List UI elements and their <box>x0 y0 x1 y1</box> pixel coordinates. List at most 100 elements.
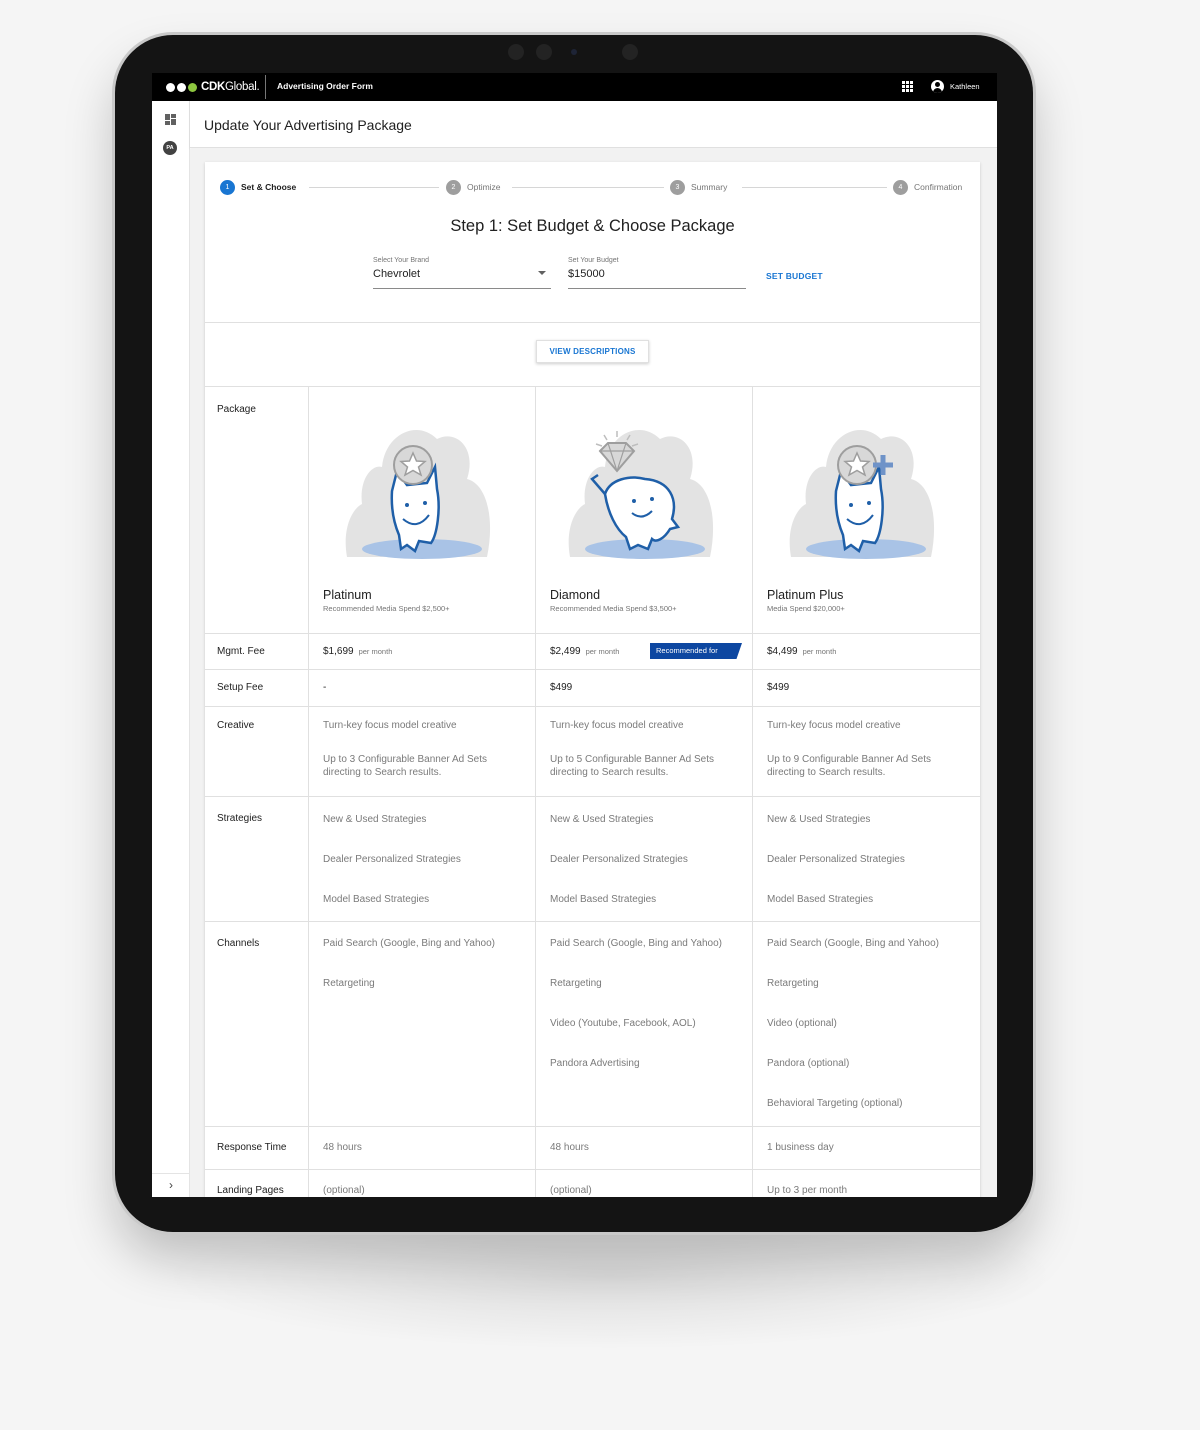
creative-item: Turn-key focus model creative <box>767 720 901 731</box>
setup-fee-value: $499 <box>550 682 573 693</box>
order-form-card: 1 Set & Choose 2 Optimize 3 Summary 4 Co… <box>205 162 980 1197</box>
step-connector <box>309 187 439 188</box>
channel-item: Video (Youtube, Facebook, AOL) <box>550 1018 696 1029</box>
strategy-item: New & Used Strategies <box>323 814 427 825</box>
creative-item: directing to Search results. <box>550 767 669 778</box>
channel-item: Video (optional) <box>767 1018 837 1029</box>
step-summary[interactable]: 3 Summary <box>670 179 727 195</box>
step-connector <box>742 187 887 188</box>
channel-item: Pandora Advertising <box>550 1058 640 1069</box>
response-time-value: 48 hours <box>550 1142 589 1153</box>
sensor-icon <box>622 44 638 60</box>
package-name: Platinum <box>323 588 372 602</box>
channel-item: Behavioral Targeting (optional) <box>767 1098 903 1109</box>
table-row: Setup Fee - $499 $499 <box>205 670 980 707</box>
channel-item: Paid Search (Google, Bing and Yahoo) <box>550 938 722 949</box>
landing-pages-value: Up to 3 per month <box>767 1185 848 1196</box>
budget-input[interactable]: Set Your Budget $15000 <box>568 257 746 289</box>
creative-item: directing to Search results. <box>767 767 886 778</box>
table-row: Strategies New & Used Strategies Dealer … <box>205 797 980 922</box>
package-subtitle: Recommended Media Spend $2,500+ <box>323 604 450 613</box>
indicator-icon <box>571 49 577 55</box>
channel-item: Retargeting <box>323 978 375 989</box>
main-content: 1 Set & Choose 2 Optimize 3 Summary 4 Co… <box>190 149 997 1197</box>
step-optimize[interactable]: 2 Optimize <box>446 179 501 195</box>
row-label: Mgmt. Fee <box>217 646 265 657</box>
landing-pages-value: (optional) <box>550 1185 592 1196</box>
platinum-plus-mascot-icon <box>789 429 935 559</box>
mgmt-fee-value: $1,699 per month <box>323 646 393 657</box>
creative-item: Up to 9 Configurable Banner Ad Sets <box>767 754 931 765</box>
package-platinum[interactable]: Platinum Recommended Media Spend $2,500+ <box>308 387 535 633</box>
divider <box>205 322 980 323</box>
creative-item: Up to 5 Configurable Banner Ad Sets <box>550 754 714 765</box>
channel-item: Retargeting <box>550 978 602 989</box>
row-label: Creative <box>217 720 255 731</box>
step-confirmation[interactable]: 4 Confirmation <box>893 179 962 195</box>
table-row: Channels Paid Search (Google, Bing and Y… <box>205 922 980 1127</box>
row-label: Response Time <box>217 1142 287 1153</box>
package-subtitle: Recommended Media Spend $3,500+ <box>550 604 677 613</box>
creative-item: Up to 3 Configurable Banner Ad Sets <box>323 754 487 765</box>
table-row: Creative Turn-key focus model creative U… <box>205 707 980 797</box>
set-budget-button[interactable]: SET BUDGET <box>766 271 823 281</box>
mgmt-fee-value: $2,499 per month <box>550 646 620 657</box>
table-row: Package Platinum Recommended Media Spend… <box>205 387 980 634</box>
mgmt-fee-value: $4,499 per month <box>767 646 837 657</box>
package-diamond[interactable]: Diamond Recommended Media Spend $3,500+ <box>535 387 752 633</box>
response-time-value: 1 business day <box>767 1142 834 1153</box>
strategy-item: Dealer Personalized Strategies <box>323 854 461 865</box>
side-nav: PA › <box>152 101 190 1197</box>
recommended-badge: Recommended for <box>650 643 742 659</box>
avatar[interactable]: PA <box>163 141 177 155</box>
row-label: Strategies <box>217 813 263 824</box>
setup-fee-value: $499 <box>767 682 790 693</box>
expand-nav-button[interactable]: › <box>152 1173 190 1197</box>
strategy-item: New & Used Strategies <box>550 814 654 825</box>
creative-item: directing to Search results. <box>323 767 442 778</box>
strategy-item: Model Based Strategies <box>323 894 430 905</box>
account-circle-icon[interactable] <box>931 80 944 93</box>
package-platinum-plus[interactable]: Platinum Plus Media Spend $20,000+ <box>752 387 980 633</box>
row-label: Channels <box>217 938 260 949</box>
dashboard-icon[interactable] <box>165 114 176 125</box>
strategy-item: New & Used Strategies <box>767 814 871 825</box>
row-label: Landing Pages <box>217 1185 284 1196</box>
channel-item: Paid Search (Google, Bing and Yahoo) <box>323 938 495 949</box>
stepper: 1 Set & Choose 2 Optimize 3 Summary 4 Co… <box>205 162 980 212</box>
creative-item: Turn-key focus model creative <box>550 720 684 731</box>
table-row: Landing Pages (optional) (optional) Up t… <box>205 1170 980 1197</box>
dropdown-arrow-icon <box>538 271 546 275</box>
sensor-icon <box>508 44 524 60</box>
strategy-item: Dealer Personalized Strategies <box>767 854 905 865</box>
apps-grid-icon[interactable] <box>902 81 913 92</box>
strategy-item: Model Based Strategies <box>767 894 874 905</box>
creative-item: Turn-key focus model creative <box>323 720 457 731</box>
view-descriptions-button[interactable]: VIEW DESCRIPTIONS <box>536 340 649 363</box>
step-set-choose[interactable]: 1 Set & Choose <box>220 179 296 195</box>
package-name: Diamond <box>550 588 601 602</box>
screen: CDKGlobal. Advertising Order Form Kathle… <box>152 73 997 1197</box>
user-name[interactable]: Kathleen <box>950 82 980 91</box>
package-subtitle: Media Spend $20,000+ <box>767 604 845 613</box>
platinum-mascot-icon <box>345 429 491 559</box>
camera-icon <box>536 44 552 60</box>
channel-item: Paid Search (Google, Bing and Yahoo) <box>767 938 939 949</box>
package-comparison-table: Package Platinum Recommended Media Spend… <box>205 387 980 1197</box>
strategy-item: Model Based Strategies <box>550 894 657 905</box>
diamond-mascot-icon <box>568 429 714 559</box>
cdk-logo[interactable]: CDKGlobal. <box>166 80 260 94</box>
package-name: Platinum Plus <box>767 588 844 602</box>
table-row: Response Time 48 hours 48 hours 1 busine… <box>205 1127 980 1170</box>
landing-pages-value: (optional) <box>323 1185 365 1196</box>
channel-item: Retargeting <box>767 978 819 989</box>
step-connector <box>512 187 664 188</box>
row-label: Setup Fee <box>217 682 264 693</box>
setup-fee-value: - <box>323 682 327 693</box>
top-app-bar: CDKGlobal. Advertising Order Form Kathle… <box>152 73 997 101</box>
brand-select[interactable]: Select Your Brand Chevrolet <box>373 257 551 289</box>
page-header: Update Your Advertising Package <box>190 101 997 148</box>
app-title: Advertising Order Form <box>277 81 373 91</box>
strategy-item: Dealer Personalized Strategies <box>550 854 688 865</box>
table-row: Mgmt. Fee $1,699 per month $2,499 per mont… <box>205 634 980 670</box>
